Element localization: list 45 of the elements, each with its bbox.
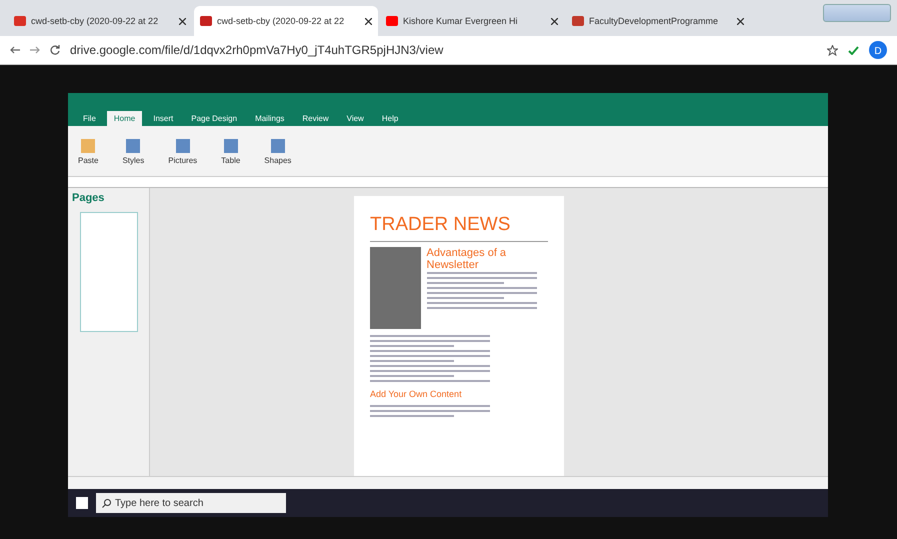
search-icon [102,498,111,508]
browser-tab[interactable]: FacultyDevelopmentProgramme [566,6,750,36]
ribbon-icon [125,138,142,154]
close-icon[interactable] [551,18,558,24]
ribbon-button[interactable]: Shapes [264,138,292,164]
site-icon [572,16,584,26]
newsletter-headline: TRADER NEWS [370,214,512,236]
avatar-icon[interactable]: D [869,41,887,59]
forward-icon[interactable] [30,46,40,54]
ribbon-button[interactable]: Paste [78,138,98,164]
ribbon-tab[interactable]: Insert [146,111,180,126]
close-icon[interactable] [737,18,744,24]
ribbon-tab[interactable]: View [340,111,371,126]
ribbon-button[interactable]: Pictures [168,138,198,164]
browser-tab[interactable]: cwd-setb-cby (2020-09-22 at 22 [194,6,378,36]
page-thumbnail[interactable] [80,212,138,332]
ribbon-tab[interactable]: File [76,111,103,126]
search-placeholder: Type here to search [115,498,204,508]
browser-tab[interactable]: cwd-setb-cby (2020-09-22 at 22 [8,6,192,36]
ribbon-tab[interactable]: Review [295,111,336,126]
section-title: Add Your Own Content [370,389,463,399]
ribbon-icon [270,138,286,154]
ribbon-icon [174,138,191,154]
pages-label: Pages [72,192,106,204]
ribbon-button[interactable]: Table [221,138,240,164]
article-title: Advantages of a Newsletter [426,247,508,272]
check-icon[interactable] [848,46,859,54]
ribbon-button[interactable]: Styles [122,138,144,164]
ribbon-icon [80,138,96,154]
site-icon [14,16,26,26]
site-icon [386,16,398,26]
site-icon [200,16,212,26]
ribbon-icon [222,138,239,154]
ribbon-tab[interactable]: Mailings [248,111,292,126]
search-field[interactable]: Type here to search [96,493,286,513]
ribbon-tab[interactable]: Page Design [184,111,244,126]
reload-icon[interactable] [50,45,60,55]
browser-tab[interactable]: Kishore Kumar Evergreen Hi [380,6,564,36]
close-icon[interactable] [179,18,186,24]
ribbon-tab[interactable]: Home [106,111,142,126]
back-icon[interactable] [10,46,20,54]
address-field[interactable]: drive.google.com/file/d/1dqvx2rh0pmVa7Hy0_jT4uhTGR5pjHJN3/view [70,43,817,57]
star-icon[interactable] [827,44,838,56]
close-icon[interactable] [365,18,372,24]
ribbon-tab[interactable]: Help [374,111,406,126]
